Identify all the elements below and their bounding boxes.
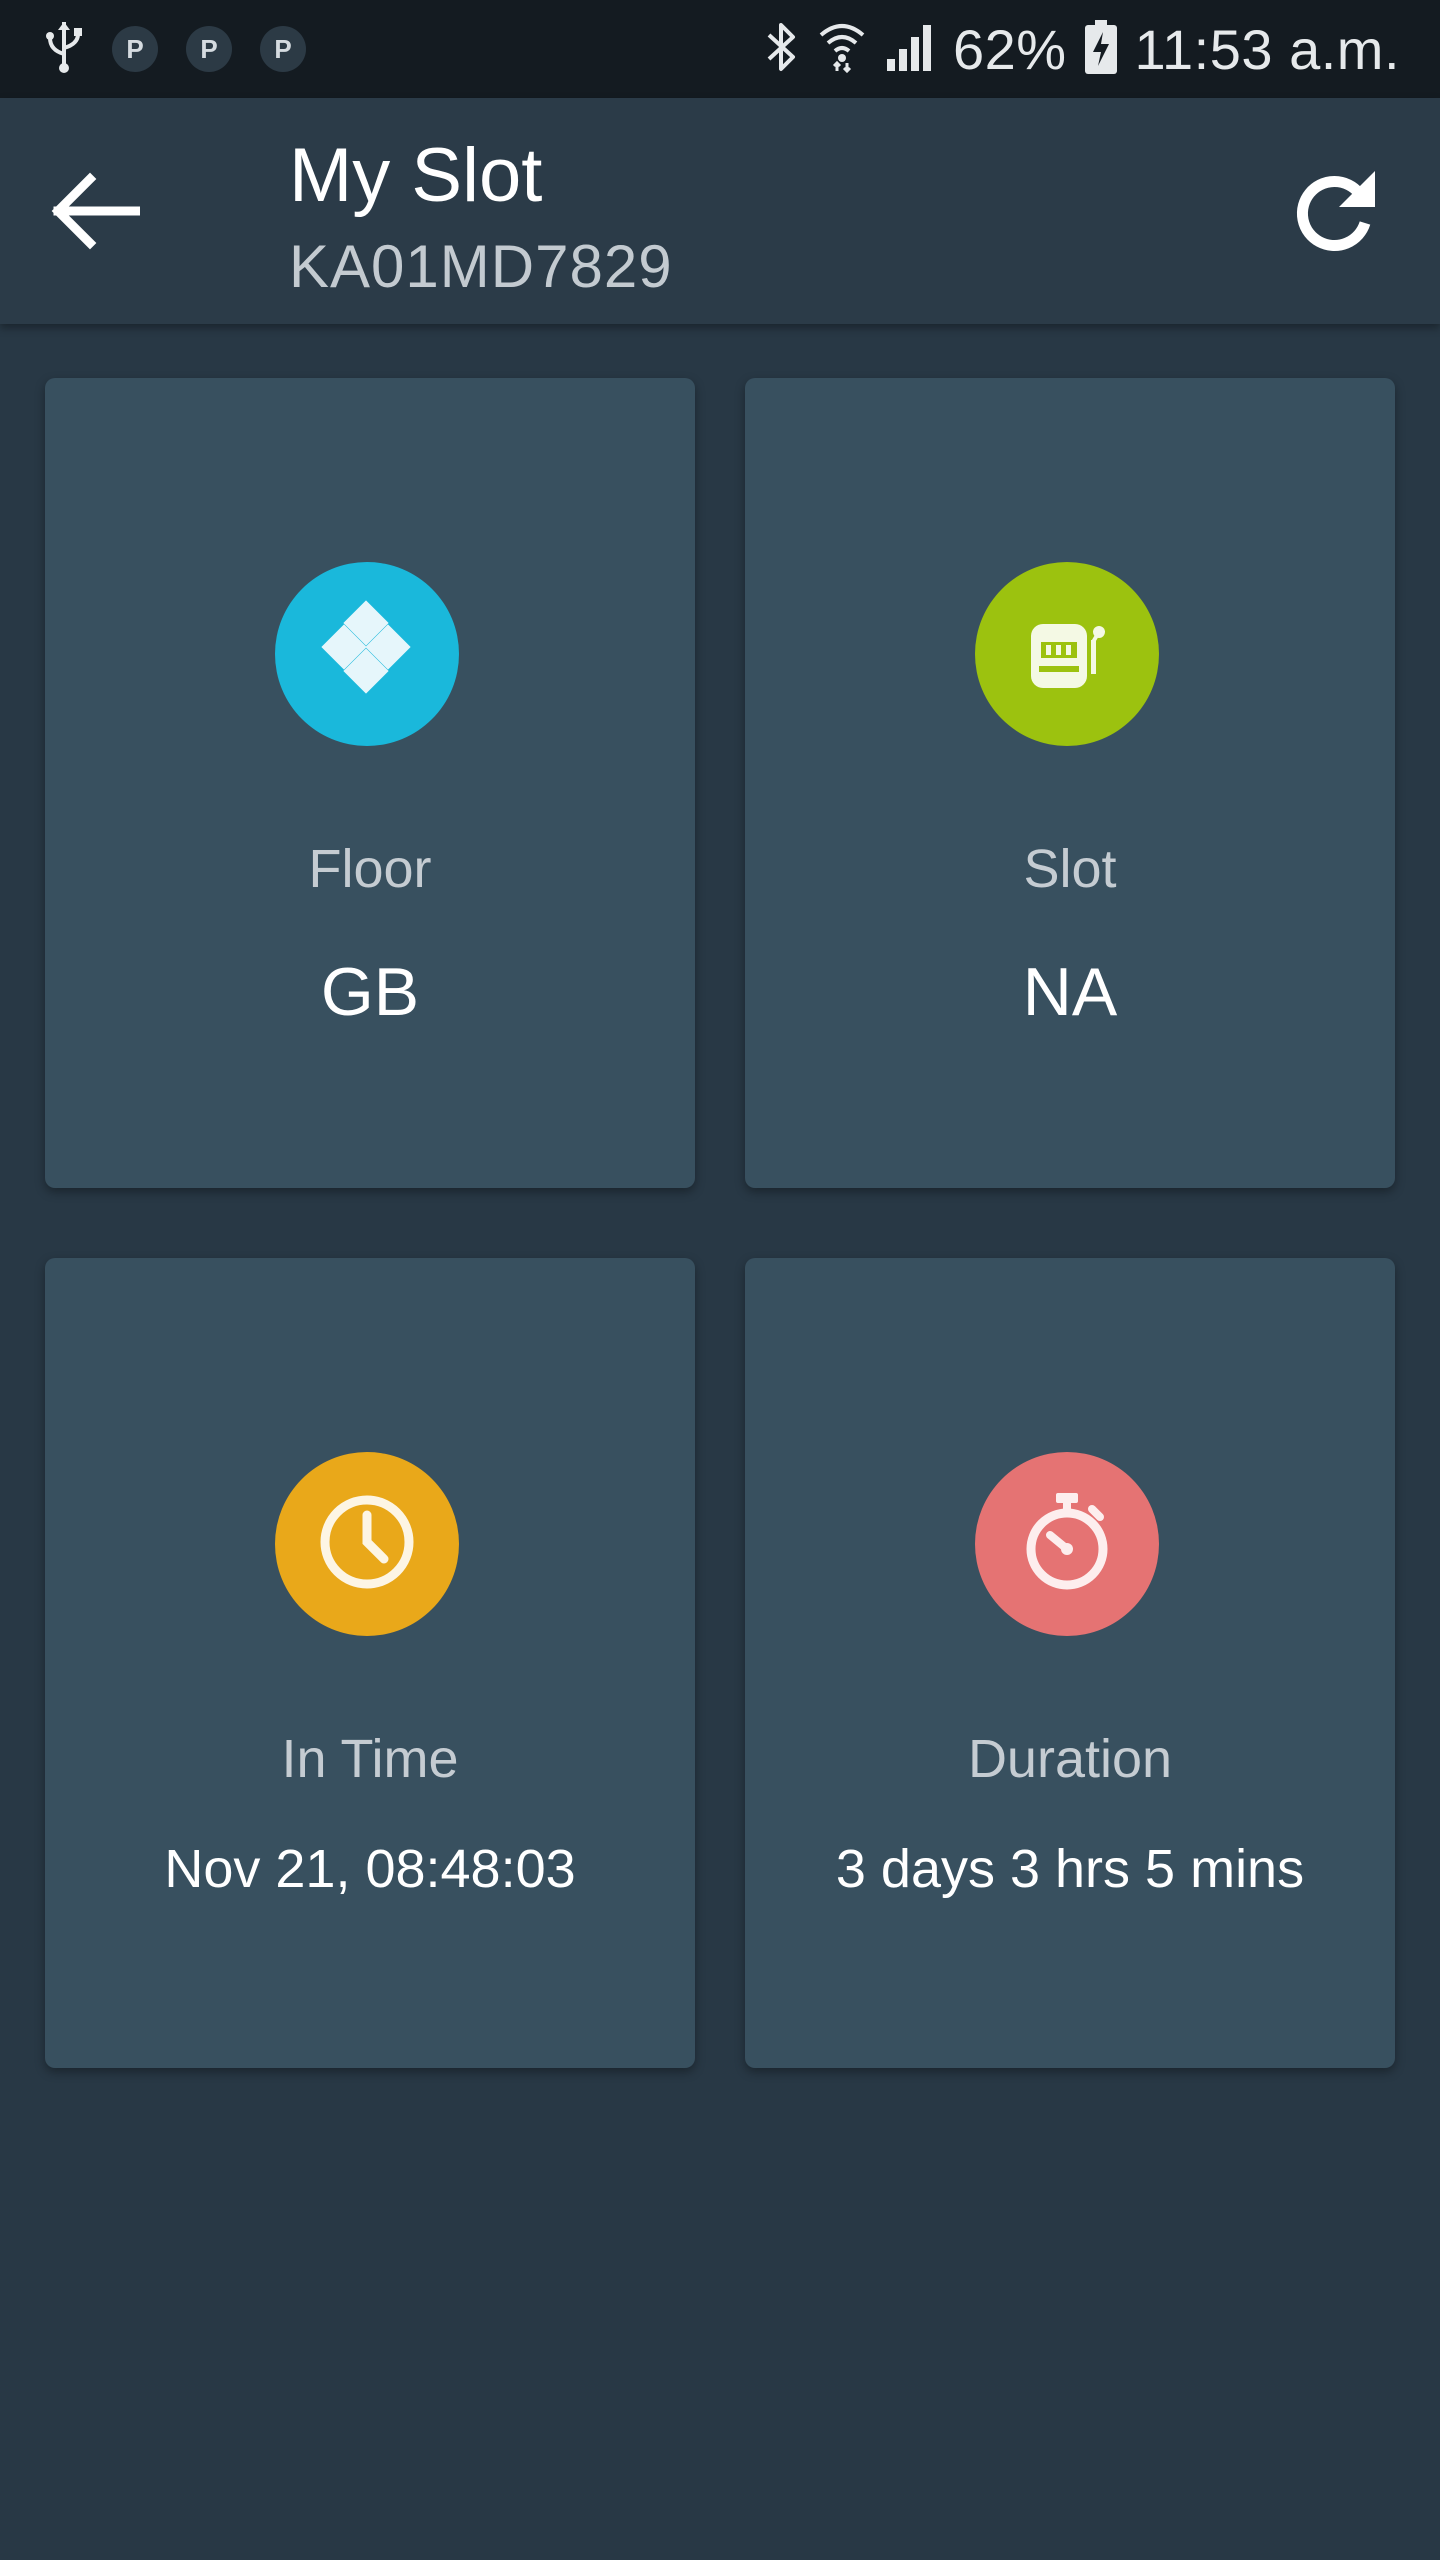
signal-icon [885,23,935,76]
back-button[interactable] [40,158,150,268]
arrow-left-icon [50,171,141,256]
floor-value: GB [320,954,420,1030]
in-time-label: In Time [281,1729,459,1789]
slot-label: Slot [1023,839,1117,899]
in-time-card[interactable]: In Time Nov 21, 08:48:03 [45,1258,695,2068]
parking-notification-icon: P [260,26,306,72]
clock-icon [312,1487,422,1602]
bluetooth-icon [763,21,799,78]
refresh-button[interactable] [1278,158,1388,268]
page-title: My Slot [289,133,543,218]
vehicle-number: KA01MD7829 [289,233,673,300]
refresh-icon [1287,165,1379,262]
clock-time: 11:53 a.m. [1134,17,1400,81]
floor-icon-badge [275,562,459,746]
app-bar: My Slot KA01MD7829 [0,98,1440,324]
floor-label: Floor [308,839,432,899]
wifi-icon [817,21,867,78]
duration-card[interactable]: Duration 3 days 3 hrs 5 mins [745,1258,1395,2068]
in-time-icon-badge [275,1452,459,1636]
slot-machine-icon [1017,602,1117,707]
duration-value: 3 days 3 hrs 5 mins [835,1839,1305,1899]
battery-charging-icon [1084,19,1117,79]
slot-card[interactable]: Slot NA [745,378,1395,1188]
duration-label: Duration [967,1729,1173,1789]
stopwatch-icon [1012,1487,1122,1602]
slot-icon-badge [975,562,1159,746]
parking-notification-icon: P [186,26,232,72]
duration-icon-badge [975,1452,1159,1636]
usb-icon [44,20,84,79]
status-bar-notifications: P P P [44,20,334,79]
status-bar-system: 62% 11:53 a.m. [745,17,1400,82]
in-time-value: Nov 21, 08:48:03 [164,1839,576,1899]
slot-value: NA [1022,954,1118,1030]
status-bar: P P P 62% 11:53 a.m. [0,0,1440,98]
floor-diamond-icon [312,597,422,712]
parking-notification-icon: P [112,26,158,72]
battery-percentage: 62% [952,17,1067,81]
floor-card[interactable]: Floor GB [45,378,695,1188]
